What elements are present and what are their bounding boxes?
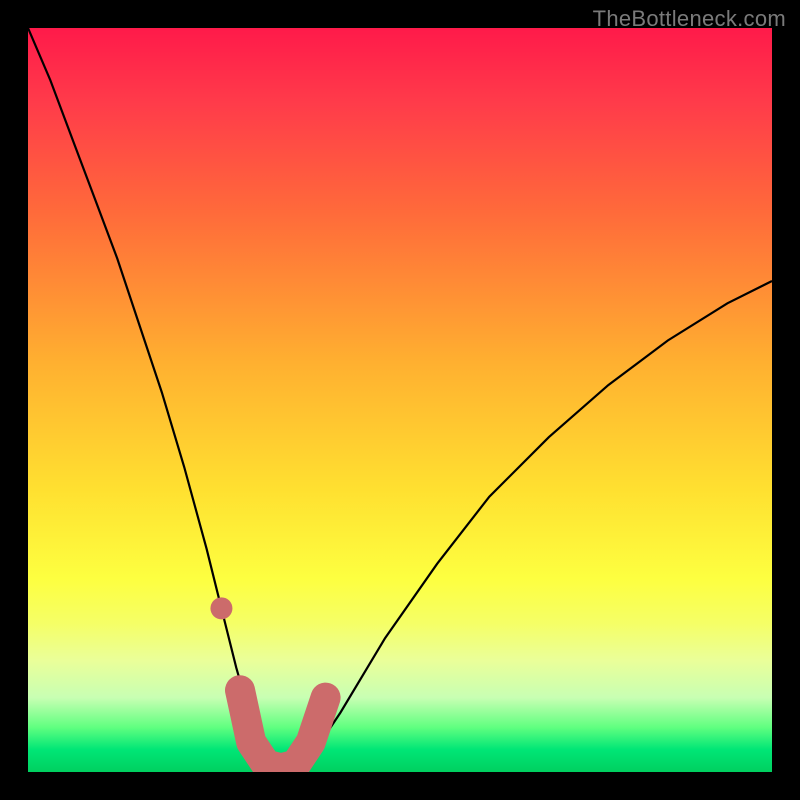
chart-frame: TheBottleneck.com	[0, 0, 800, 800]
plot-area	[28, 28, 772, 772]
bottleneck-curve	[28, 28, 772, 772]
optimal-range-stroke	[240, 690, 326, 768]
optimal-range-markers	[210, 597, 232, 619]
curve-svg	[28, 28, 772, 772]
optimal-isolated-dot	[210, 597, 232, 619]
